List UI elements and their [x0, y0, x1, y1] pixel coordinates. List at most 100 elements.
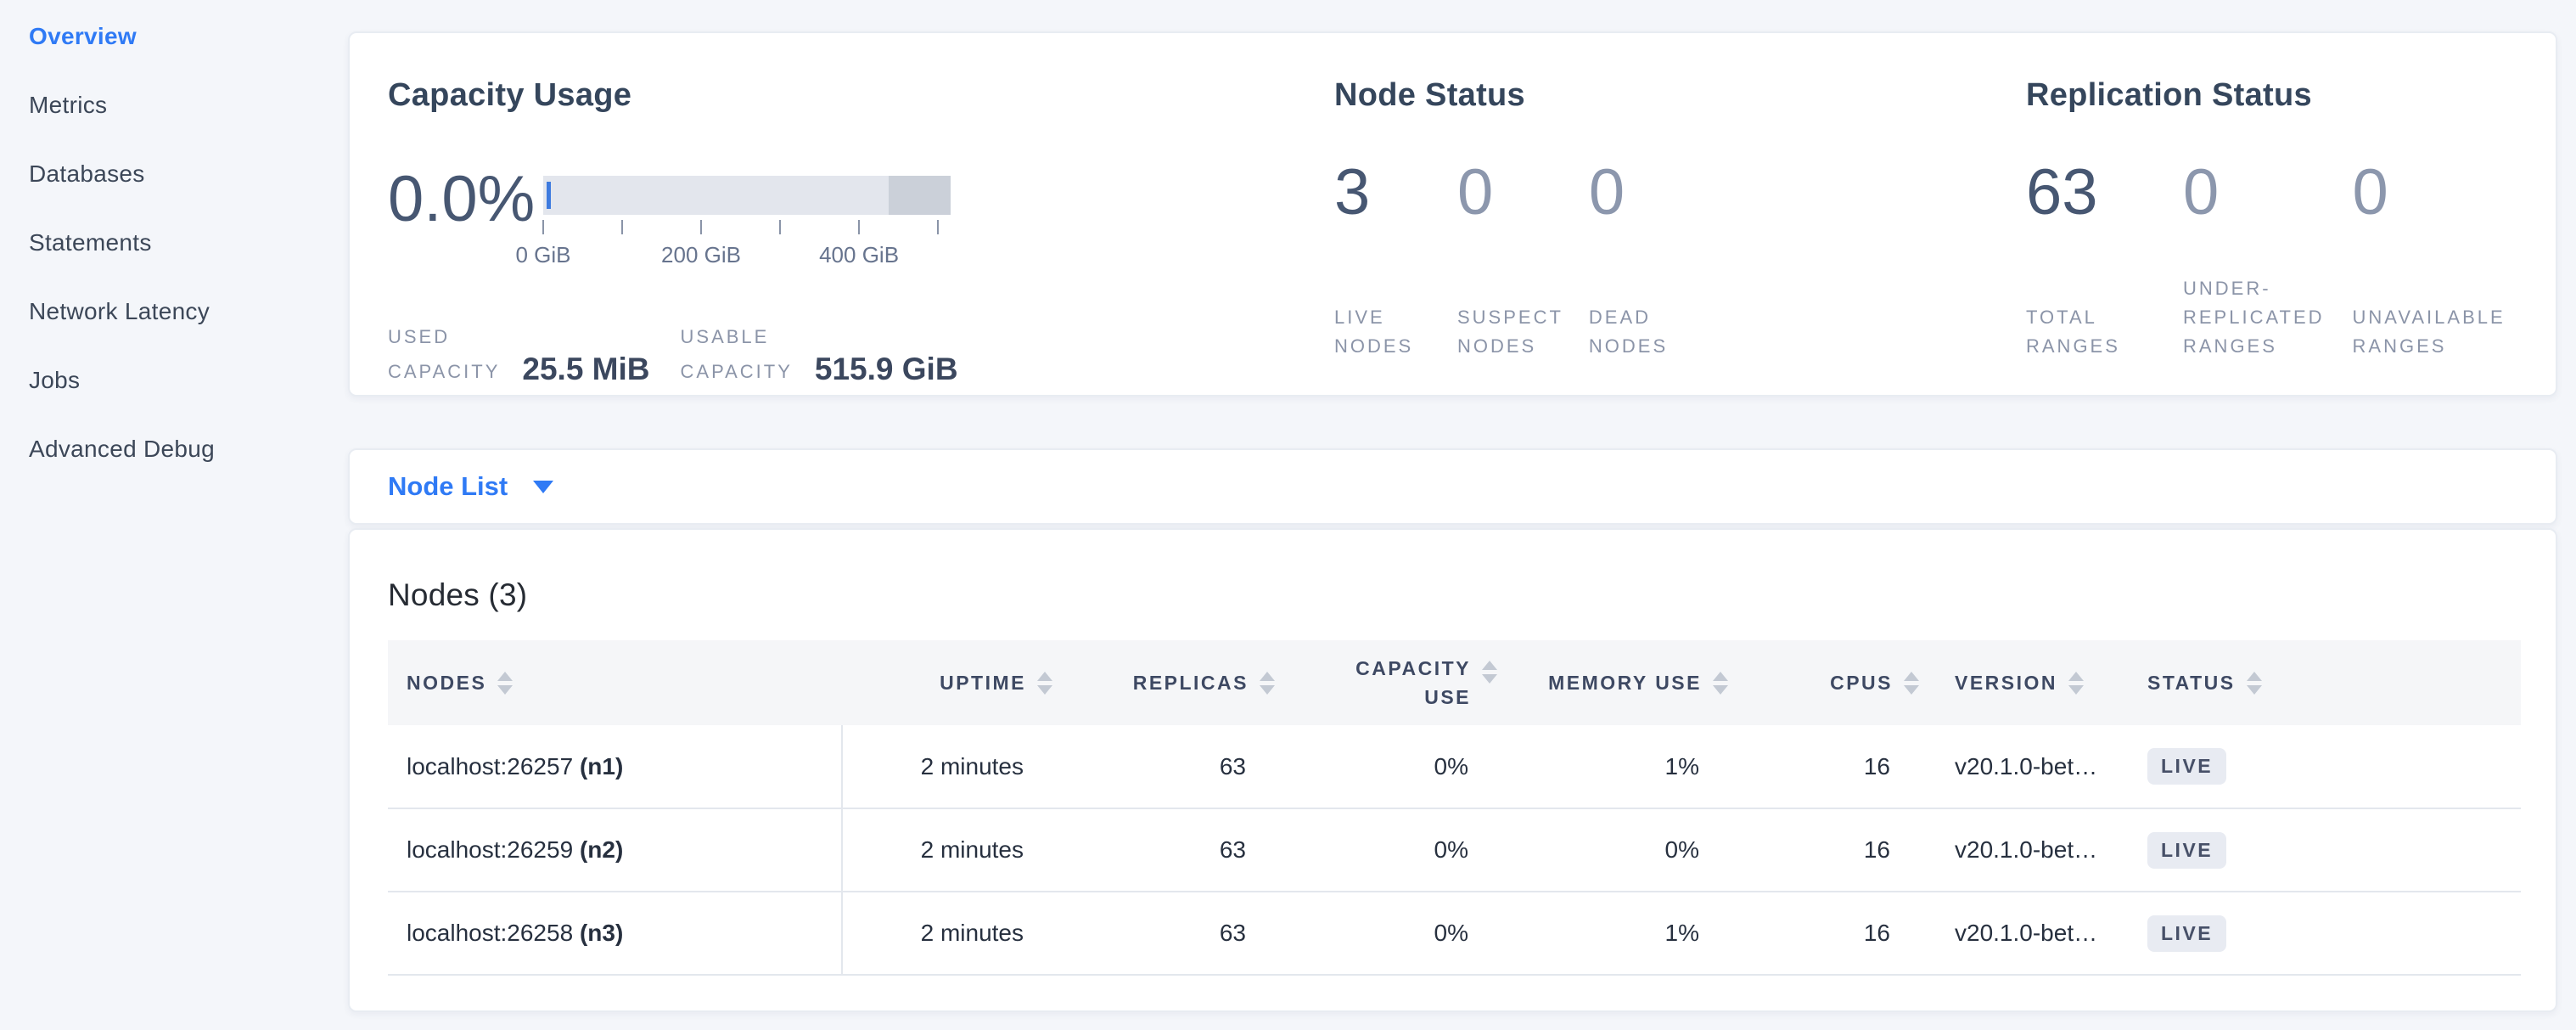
capacity-stat-label: USABLECAPACITY: [681, 320, 793, 389]
status-cell: LIVE: [2130, 892, 2521, 975]
node-address: localhost:26258: [407, 920, 580, 946]
capacity-bar-reserved-segment: [889, 176, 951, 215]
sort-up-arrow: [497, 672, 513, 681]
sort-down-arrow: [497, 685, 513, 695]
memory-use-cell: 0%: [1499, 808, 1730, 892]
chevron-down-icon: [533, 481, 553, 493]
status-badge: LIVE: [2147, 748, 2226, 785]
metric-value: 0: [2353, 160, 2514, 225]
cockroachdb-admin-ui: OverviewMetricsDatabasesStatementsNetwor…: [0, 0, 2576, 1030]
node-status-section: Node Status 3LIVENODES 0 SUSPECTNODES 0 DEAD…: [1334, 33, 1996, 395]
sort-up-arrow: [1037, 672, 1052, 681]
node-list-dropdown-label: Node List: [388, 471, 508, 502]
metric-value: 3: [1334, 160, 1432, 225]
capacity-bar: [543, 176, 951, 215]
capacity-stat-value: 515.9 GiB: [815, 352, 958, 387]
capacity-stat: USEDCAPACITY25.5 MiB: [388, 320, 650, 389]
sort-down-arrow: [2068, 685, 2084, 695]
column-header-nodes[interactable]: NODES: [388, 640, 842, 725]
column-header-replicas[interactable]: REPLICAS: [1054, 640, 1277, 725]
node-list-dropdown[interactable]: Node List: [388, 471, 553, 502]
replication-status-title: Replication Status: [2026, 77, 2312, 114]
capacity-bar-chart: 0 GiB200 GiB400 GiB: [543, 176, 951, 279]
sort-icon: [2068, 672, 2084, 695]
axis-tick-label: 200 GiB: [661, 242, 741, 268]
status-cell: LIVE: [2130, 725, 2521, 808]
column-header-version[interactable]: VERSION: [1921, 640, 2130, 725]
node-link[interactable]: localhost:26259 (n2): [407, 836, 623, 863]
column-header-uptime[interactable]: UPTIME: [842, 640, 1054, 725]
sort-down-arrow: [2247, 685, 2262, 695]
version-cell: v20.1.0-bet…: [1921, 808, 2130, 892]
sidebar-item-advanced-debug[interactable]: Advanced Debug: [29, 414, 348, 483]
sidebar-item-overview[interactable]: Overview: [29, 2, 348, 70]
sort-up-arrow: [2247, 672, 2262, 681]
column-header-content: NODES: [407, 672, 513, 695]
metric-label: TOTALRANGES: [2026, 303, 2155, 361]
sort-up-arrow: [1482, 661, 1497, 670]
sort-icon: [1037, 672, 1052, 695]
column-header-status[interactable]: STATUS: [2130, 640, 2521, 725]
sidebar-item-metrics[interactable]: Metrics: [29, 70, 348, 139]
sort-icon: [1713, 672, 1728, 695]
axis-tick: [779, 220, 781, 234]
column-header-content: REPLICAS: [1133, 672, 1275, 695]
metric: 3LIVENODES: [1334, 160, 1432, 361]
sidebar-item-jobs[interactable]: Jobs: [29, 346, 348, 414]
table-row: localhost:26259 (n2)2 minutes630%0%16v20…: [388, 808, 2521, 892]
node-status-metrics: 3LIVENODES 0 SUSPECTNODES 0 DEADNODES: [1334, 160, 1691, 361]
replicas-cell: 63: [1054, 808, 1277, 892]
column-header-label: VERSION: [1955, 672, 2057, 695]
metric-value: 63: [2026, 160, 2155, 225]
node-cell: localhost:26258 (n3): [388, 892, 842, 975]
nodes-count-title: Nodes (3): [388, 577, 527, 613]
status-cell: LIVE: [2130, 808, 2521, 892]
capacity-stat-label: USEDCAPACITY: [388, 320, 500, 389]
metric-value: 0: [1589, 160, 1691, 225]
sidebar-item-network-latency[interactable]: Network Latency: [29, 277, 348, 346]
sidebar-item-statements[interactable]: Statements: [29, 208, 348, 277]
nodes-table-card: Nodes (3) NODES UPTIME REPLICASCAPACITYUSE…: [348, 528, 2557, 1012]
column-header-memory-use[interactable]: MEMORY USE: [1499, 640, 1730, 725]
cpus-cell: 16: [1730, 892, 1921, 975]
status-badge: LIVE: [2147, 832, 2226, 869]
capacity-usage-section: Capacity Usage 0.0% 0 GiB200 GiB400 GiB …: [388, 33, 1322, 395]
metric: 0 SUSPECTNODES: [1457, 160, 1563, 361]
memory-use-cell: 1%: [1499, 725, 1730, 808]
sort-down-arrow: [1482, 674, 1497, 684]
sort-down-arrow: [1037, 685, 1052, 695]
sort-down-arrow: [1713, 685, 1728, 695]
capacity-use-cell: 0%: [1277, 892, 1499, 975]
sort-down-arrow: [1260, 685, 1275, 695]
metric-value: 0: [1457, 160, 1563, 225]
column-header-content: STATUS: [2147, 672, 2262, 695]
sidebar-item-databases[interactable]: Databases: [29, 139, 348, 208]
replication-status-section: Replication Status 63 TOTALRANGES 0 UNDER-R…: [2026, 33, 2535, 395]
version-cell: v20.1.0-bet…: [1921, 892, 2130, 975]
capacity-bar-used-segment: [547, 182, 551, 209]
sort-icon: [1260, 672, 1275, 695]
cpus-cell: 16: [1730, 808, 1921, 892]
column-header-content: UPTIME: [940, 672, 1052, 695]
sort-down-arrow: [1904, 685, 1919, 695]
metric-label: DEADNODES: [1589, 303, 1691, 361]
sidebar: OverviewMetricsDatabasesStatementsNetwor…: [0, 0, 348, 483]
sort-icon: [1904, 672, 1919, 695]
node-link[interactable]: localhost:26257 (n1): [407, 753, 623, 780]
node-link[interactable]: localhost:26258 (n3): [407, 920, 623, 946]
memory-use-cell: 1%: [1499, 892, 1730, 975]
cluster-summary-card: Capacity Usage 0.0% 0 GiB200 GiB400 GiB …: [348, 31, 2557, 397]
metric-label: UNDER-REPLICATEDRANGES: [2183, 274, 2325, 361]
metric: 0UNAVAILABLERANGES: [2353, 160, 2514, 361]
column-header-capacity-use[interactable]: CAPACITYUSE: [1277, 640, 1499, 725]
cpus-cell: 16: [1730, 725, 1921, 808]
uptime-cell: 2 minutes: [842, 808, 1054, 892]
sort-up-arrow: [1904, 672, 1919, 681]
axis-tick: [937, 220, 939, 234]
column-header-cpus[interactable]: CPUS: [1730, 640, 1921, 725]
metric-label: SUSPECTNODES: [1457, 303, 1563, 361]
node-status-title: Node Status: [1334, 77, 1525, 114]
node-cell: localhost:26259 (n2): [388, 808, 842, 892]
replication-status-metrics: 63 TOTALRANGES 0 UNDER-REPLICATEDRANGES 0UNA…: [2026, 160, 2514, 361]
node-id: (n1): [580, 753, 623, 780]
